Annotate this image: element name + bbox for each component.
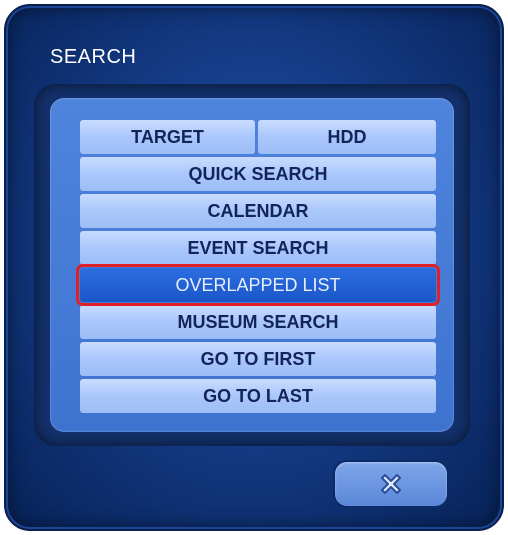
target-row: TARGET HDD	[80, 120, 436, 154]
target-label: TARGET	[80, 120, 255, 154]
target-value-selector[interactable]: HDD	[258, 120, 436, 154]
menu-item-go-to-first[interactable]: GO TO FIRST	[80, 342, 436, 376]
menu-item-event-search[interactable]: EVENT SEARCH	[80, 231, 436, 265]
menu-item-calendar[interactable]: CALENDAR	[80, 194, 436, 228]
menu-item-go-to-last[interactable]: GO TO LAST	[80, 379, 436, 413]
menu-item-quick-search[interactable]: QUICK SEARCH	[80, 157, 436, 191]
menu-item-overlapped-list[interactable]: OVERLAPPED LIST	[76, 264, 440, 306]
menu-item-museum-search[interactable]: MUSEUM SEARCH	[80, 305, 436, 339]
search-menu: TARGET HDD QUICK SEARCH CALENDAR EVENT S…	[76, 120, 440, 416]
close-icon	[376, 469, 406, 499]
dialog-title: SEARCH	[50, 46, 137, 68]
close-button[interactable]	[335, 462, 447, 506]
